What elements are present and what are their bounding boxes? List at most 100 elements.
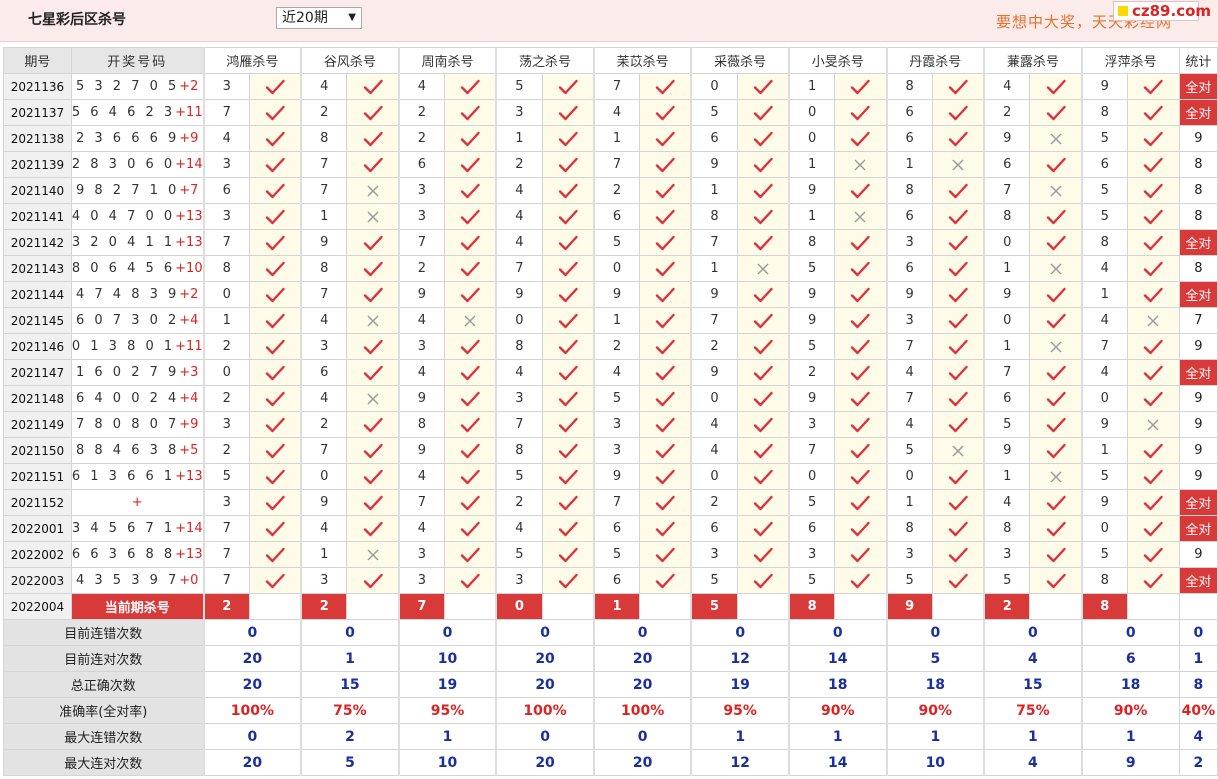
kill-number: 9 [983,125,1031,152]
kill-number: 5 [787,567,836,594]
cross-icon [757,263,769,274]
check-icon [265,157,285,172]
kill-number: 9 [1080,411,1128,438]
check-icon [558,391,578,406]
kill-number: 1 [787,203,836,230]
current-kill-label: 当前期杀号 [70,593,205,620]
column-header-draw: 开奖号码 [70,47,205,74]
kill-number: 1 [1080,437,1128,464]
kill-number: 7 [202,541,250,568]
kill-number: 9 [300,489,348,516]
check-icon [753,339,773,354]
draw-numbers: 5 6 4 6 2 3+11 [70,99,205,126]
check-icon [363,365,383,380]
draw-plus: +9 [179,131,199,146]
result-mark [931,333,985,360]
result-mark [1126,151,1180,178]
period-select[interactable]: 近20期 ▼ [276,7,362,29]
result-mark [443,437,497,464]
check-icon [851,365,871,380]
cross-icon [367,315,379,326]
kill-number: 7 [885,333,933,360]
kill-number: 5 [787,333,836,360]
kill-number: 2 [397,255,445,282]
kill-number: 2 [202,333,250,360]
period-id: 2021141 [3,203,72,230]
check-icon [656,261,675,276]
kill-number: 1 [300,541,348,568]
current-kill-blank [639,593,692,620]
result-mark [931,151,985,178]
result-mark [1029,177,1083,204]
stat-value: 4 [983,645,1083,672]
result-mark [248,567,302,594]
result-mark [639,541,692,568]
stat-value: 20 [592,671,692,698]
period-id: 2021142 [3,229,72,256]
kill-number: 3 [397,333,445,360]
check-icon [460,469,480,484]
result-mark [1029,489,1083,516]
check-icon [948,209,968,224]
check-icon [656,443,675,458]
draw-plus: +13 [175,469,203,484]
site-logo[interactable]: cz89.com [1113,1,1211,21]
kill-number: 9 [397,437,445,464]
stat-value: 0 [495,723,595,750]
check-icon [948,261,968,276]
result-mark [248,359,302,386]
check-icon [363,573,383,588]
row-stat: 全对 [1178,73,1218,100]
check-icon [656,235,675,250]
stat-label: 总正确次数 [2,671,205,698]
kill-number: 1 [983,255,1031,282]
period-id: 2021145 [3,307,72,334]
kill-number: 3 [397,541,445,568]
column-header-expert: 鸿雁杀号 [202,47,302,74]
stat-value: 1 [885,723,985,750]
check-icon [948,287,968,302]
check-icon [460,495,480,510]
kill-number: 5 [1080,463,1128,490]
result-mark [1126,99,1180,126]
stat-value: 90% [1080,697,1180,724]
column-header-expert: 丹霞杀号 [885,47,985,74]
check-icon [558,573,578,588]
result-mark [834,437,888,464]
period-id: 2021147 [3,359,72,386]
kill-number: 9 [690,281,738,308]
table-row: 2021152 +3 9 7 2 7 2 5 1 4 9 全对 [3,489,1218,516]
check-icon [851,287,871,302]
stat-value: 0 [202,619,302,646]
draw-plus: +13 [175,547,203,562]
result-mark [541,463,595,490]
kill-number: 1 [592,307,641,334]
kill-number: 4 [397,515,445,542]
kill-number: 1 [1080,281,1128,308]
draw-digits: 2 8 3 0 6 0 [71,157,176,172]
stat-value: 1 [1080,723,1180,750]
check-icon [460,79,480,94]
kill-number: 7 [202,567,250,594]
period-id: 2021150 [3,437,72,464]
check-icon [265,105,285,120]
result-mark [1126,229,1180,256]
check-icon [1046,417,1066,432]
period-id: 2021139 [3,151,72,178]
check-icon [1046,79,1066,94]
check-icon [460,235,480,250]
check-icon [753,235,773,250]
result-mark [248,203,302,230]
kill-number: 1 [690,177,738,204]
column-header-expert: 周南杀号 [397,47,497,74]
result-mark [1126,281,1180,308]
kill-number: 8 [787,229,836,256]
result-mark [248,463,302,490]
current-kill-blank [834,593,888,620]
result-mark [346,489,400,516]
kill-number: 3 [202,73,250,100]
check-icon [753,287,773,302]
stat-value: 20 [202,671,302,698]
table-row: 2021139 2 8 3 0 6 0+14 3 7 6 2 7 9 1 1 6 6 8 [3,151,1218,178]
kill-number: 9 [787,281,836,308]
